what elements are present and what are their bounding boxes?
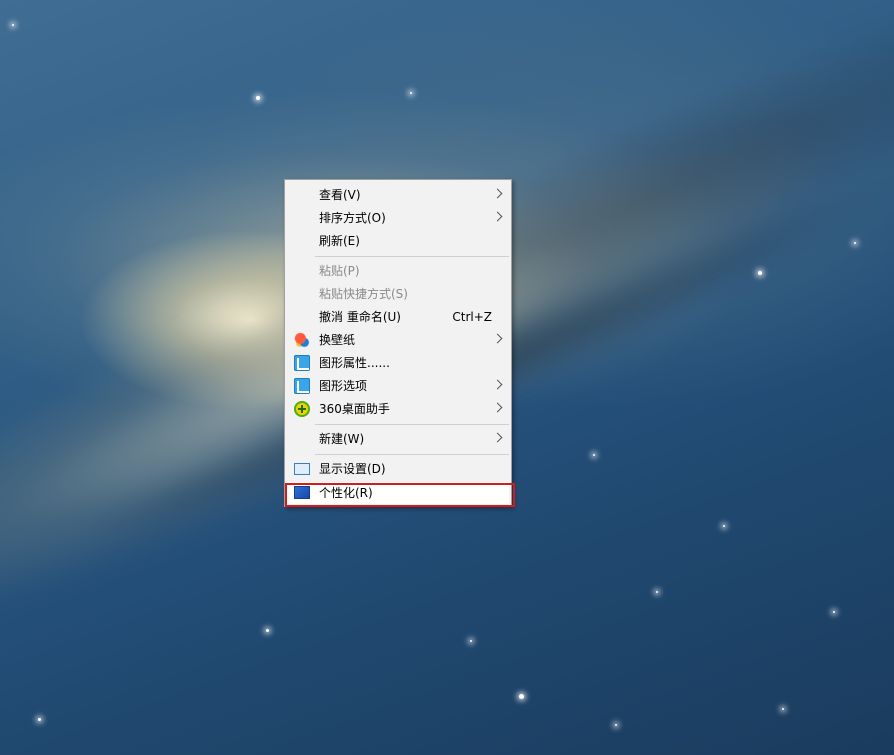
menu-item-personalize[interactable]: 个性化(R) [287,482,509,504]
personalize-icon [294,486,310,499]
menu-item-label: 刷新(E) [319,234,360,248]
chevron-right-icon [492,379,503,390]
menu-item-360-desktop-assistant[interactable]: 360桌面助手 [287,398,509,420]
menu-item-label: 排序方式(O) [319,211,386,225]
menu-item-refresh[interactable]: 刷新(E) [287,230,509,252]
star [656,591,658,593]
display-icon [294,463,310,475]
chevron-right-icon [492,188,503,199]
menu-item-paste[interactable]: 粘贴(P) [287,260,509,282]
menu-item-shortcut: Ctrl+Z [452,310,492,324]
menu-separator [315,424,509,425]
menu-item-label: 图形属性...... [319,356,390,370]
menu-item-new[interactable]: 新建(W) [287,428,509,450]
star [470,640,472,642]
star [782,708,784,710]
desktop-context-menu: 查看(V) 排序方式(O) 刷新(E) 粘贴(P) 粘贴快捷方式(S) 撤消 重… [284,179,512,507]
desktop-background[interactable]: 查看(V) 排序方式(O) 刷新(E) 粘贴(P) 粘贴快捷方式(S) 撤消 重… [0,0,894,755]
desktop-assistant-icon [294,401,310,417]
menu-separator [315,454,509,455]
menu-item-label: 显示设置(D) [319,462,386,476]
star [266,629,269,632]
menu-item-label: 图形选项 [319,379,368,393]
menu-item-graphics-properties[interactable]: 图形属性...... [287,352,509,374]
wallpaper-icon [294,332,310,348]
star [758,271,762,275]
star [854,242,856,244]
star [12,24,14,26]
menu-separator [315,256,509,257]
menu-item-label: 换壁纸 [319,333,356,347]
menu-item-change-wallpaper[interactable]: 换壁纸 [287,329,509,351]
menu-item-label: 撤消 重命名(U) [319,310,401,324]
star [38,718,41,721]
menu-item-paste-shortcut[interactable]: 粘贴快捷方式(S) [287,283,509,305]
menu-item-label: 查看(V) [319,188,361,202]
chevron-right-icon [492,333,503,344]
star [615,724,617,726]
star [256,96,260,100]
menu-item-label: 新建(W) [319,432,365,446]
star [593,454,595,456]
menu-item-graphics-options[interactable]: 图形选项 [287,375,509,397]
menu-item-view[interactable]: 查看(V) [287,184,509,206]
menu-item-undo-rename[interactable]: 撤消 重命名(U) Ctrl+Z [287,306,509,328]
chevron-right-icon [492,432,503,443]
chevron-right-icon [492,402,503,413]
star [833,611,835,613]
chevron-right-icon [492,211,503,222]
menu-item-sort-by[interactable]: 排序方式(O) [287,207,509,229]
menu-item-label: 粘贴快捷方式(S) [319,287,408,301]
star [410,92,412,94]
star [519,694,524,699]
graphics-options-icon [294,378,310,394]
menu-item-display-settings[interactable]: 显示设置(D) [287,458,509,480]
menu-item-label: 个性化(R) [319,486,373,500]
menu-item-label: 粘贴(P) [319,264,360,278]
menu-item-label: 360桌面助手 [319,402,390,416]
star [723,525,725,527]
graphics-icon [294,355,310,371]
